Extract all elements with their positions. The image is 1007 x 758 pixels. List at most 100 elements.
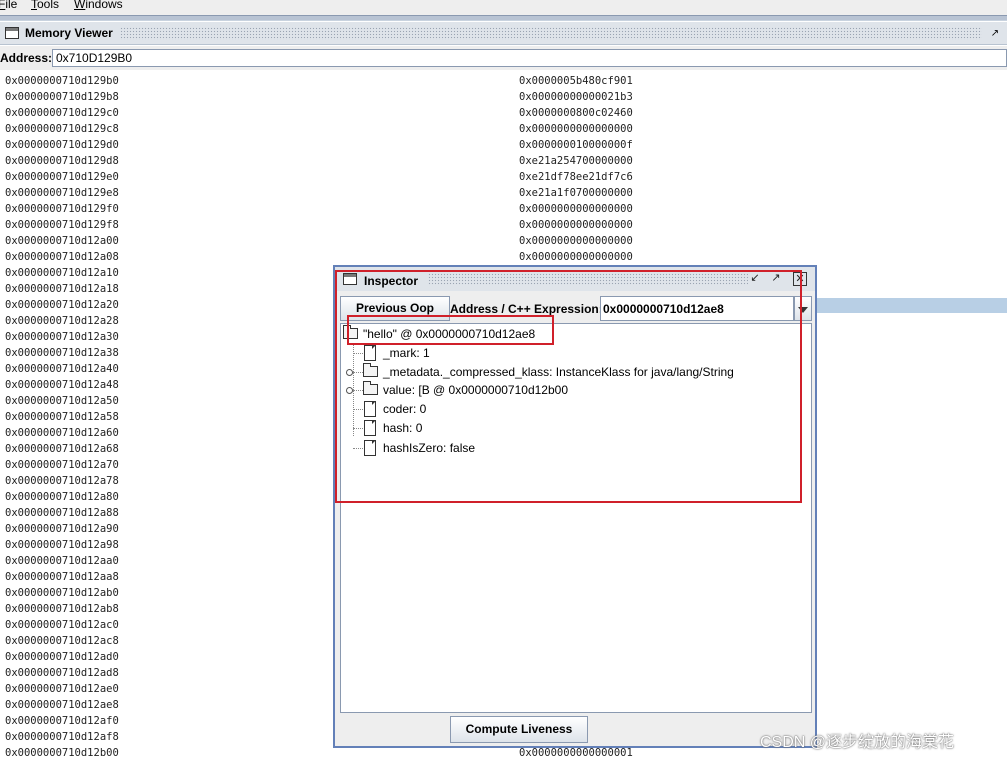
memory-row[interactable]: 0x0000000710d129c0 0x0000000800c02460: [0, 105, 1007, 121]
memory-address: 0x0000000710d12a88: [5, 507, 119, 519]
memory-viewer-titlebar[interactable]: Memory Viewer: [0, 22, 1007, 45]
memory-row[interactable]: 0x0000000710d129f8 0x0000000000000000: [0, 217, 1007, 233]
memory-address: 0x0000000710d12a60: [5, 427, 119, 439]
memory-address: 0x0000000710d12ad8: [5, 667, 119, 679]
memory-value: 0x0000000000000000: [519, 235, 633, 247]
expand-toggle-icon[interactable]: [346, 369, 353, 376]
memory-address: 0x0000000710d12a38: [5, 347, 119, 359]
memory-value: 0xe21a1f0700000000: [519, 187, 633, 199]
file-icon: [364, 420, 376, 436]
memory-row[interactable]: 0x0000000710d129f0 0x0000000000000000: [0, 201, 1007, 217]
close-icon[interactable]: ✕: [793, 272, 807, 286]
memory-address: 0x0000000710d12a70: [5, 459, 119, 471]
memory-address: 0x0000000710d12a40: [5, 363, 119, 375]
memory-address: 0x0000000710d12af8: [5, 731, 119, 743]
memory-address: 0x0000000710d12a50: [5, 395, 119, 407]
memory-address: 0x0000000710d12a08: [5, 251, 119, 263]
memory-value: 0x0000000000000000: [519, 123, 633, 135]
menu-bar: File Tools Windows: [0, 0, 1007, 15]
memory-value: 0x00000000000021b3: [519, 91, 633, 103]
memory-address: 0x0000000710d12a28: [5, 315, 119, 327]
memory-address: 0x0000000710d129e0: [5, 171, 119, 183]
memory-address: 0x0000000710d129f8: [5, 219, 119, 231]
memory-address: 0x0000000710d129e8: [5, 187, 119, 199]
memory-address: 0x0000000710d129d8: [5, 155, 119, 167]
address-input[interactable]: 0x710D129B0: [52, 49, 1007, 67]
expand-toggle-icon[interactable]: [346, 387, 353, 394]
memory-address: 0x0000000710d12ad0: [5, 651, 119, 663]
tree-connector: [353, 353, 363, 354]
memory-value: 0x0000000000000000: [519, 251, 633, 263]
memory-row[interactable]: 0x0000000710d129e0 0xe21df78ee21df7c6: [0, 169, 1007, 185]
menu-tools[interactable]: Tools: [31, 0, 59, 12]
memory-row[interactable]: 0x0000000710d129c8 0x0000000000000000: [0, 121, 1007, 137]
window-icon: [343, 273, 357, 285]
titlebar-grip: [428, 273, 748, 285]
file-icon: [364, 401, 376, 417]
folder-icon: [363, 381, 378, 395]
memory-viewer-title: Memory Viewer: [25, 26, 113, 40]
memory-address: 0x0000000710d12ac0: [5, 619, 119, 631]
window-icon: [5, 27, 19, 39]
memory-row[interactable]: 0x0000000710d129d8 0xe21a254700000000: [0, 153, 1007, 169]
memory-address: 0x0000000710d129b0: [5, 75, 119, 87]
memory-address: 0x0000000710d12a78: [5, 475, 119, 487]
memory-value: 0x0000000000000000: [519, 219, 633, 231]
restore-icon[interactable]: ↗: [988, 28, 1002, 40]
address-row: Address: 0x710D129B0: [0, 46, 1007, 70]
memory-address: 0x0000000710d12a98: [5, 539, 119, 551]
tree-connector: [353, 448, 363, 449]
memory-address: 0x0000000710d12a90: [5, 523, 119, 535]
memory-address: 0x0000000710d12ae8: [5, 699, 119, 711]
memory-address: 0x0000000710d12a18: [5, 283, 119, 295]
menu-separator: [0, 15, 1007, 21]
address-label: Address:: [0, 51, 53, 65]
memory-row[interactable]: 0x0000000710d129b8 0x00000000000021b3: [0, 89, 1007, 105]
minimize-icon[interactable]: ↙: [748, 272, 762, 286]
selected-row-highlight: [812, 298, 1007, 313]
memory-value: 0x0000005b480cf901: [519, 75, 633, 87]
maximize-icon[interactable]: ↗: [769, 272, 783, 286]
inspector-titlebar[interactable]: Inspector ↙ ↗ ✕: [335, 267, 815, 291]
tree-connector: [353, 390, 363, 391]
object-tree[interactable]: "hello" @ 0x0000000710d12ae8 _mark: 1 _m…: [340, 323, 812, 713]
memory-address: 0x0000000710d12aa8: [5, 571, 119, 583]
previous-oop-button[interactable]: Previous Oop: [340, 296, 450, 321]
memory-row[interactable]: 0x0000000710d129d0 0x000000010000000f: [0, 137, 1007, 153]
inspector-title: Inspector: [364, 274, 419, 288]
titlebar-grip: [120, 27, 982, 40]
watermark: CSDN @逐步绽放的海棠花: [760, 734, 955, 751]
memory-address: 0x0000000710d12b00: [5, 747, 119, 758]
memory-address: 0x0000000710d129f0: [5, 203, 119, 215]
memory-address: 0x0000000710d12a80: [5, 491, 119, 503]
memory-address: 0x0000000710d12ab8: [5, 603, 119, 615]
memory-value: 0xe21a254700000000: [519, 155, 633, 167]
expression-input[interactable]: 0x0000000710d12ae8: [600, 296, 794, 321]
tree-connector: [353, 409, 363, 410]
memory-row[interactable]: 0x0000000710d129b0 0x0000005b480cf901: [0, 73, 1007, 89]
memory-address: 0x0000000710d129b8: [5, 91, 119, 103]
menu-windows[interactable]: Windows: [74, 0, 123, 12]
file-icon: [364, 440, 376, 456]
memory-address: 0x0000000710d129c0: [5, 107, 119, 119]
memory-value: 0x000000010000000f: [519, 139, 633, 151]
memory-address: 0x0000000710d12ab0: [5, 587, 119, 599]
memory-address: 0x0000000710d12af0: [5, 715, 119, 727]
menu-file[interactable]: File: [0, 0, 17, 12]
tree-connector: [353, 428, 363, 429]
expression-dropdown-button[interactable]: [794, 296, 812, 321]
memory-value: 0xe21df78ee21df7c6: [519, 171, 633, 183]
memory-row[interactable]: 0x0000000710d12a00 0x0000000000000000: [0, 233, 1007, 249]
memory-row[interactable]: 0x0000000710d12a08 0x0000000000000000: [0, 249, 1007, 265]
folder-icon: [363, 363, 378, 377]
memory-address: 0x0000000710d12a48: [5, 379, 119, 391]
memory-address: 0x0000000710d12a30: [5, 331, 119, 343]
memory-row[interactable]: 0x0000000710d129e8 0xe21a1f0700000000: [0, 185, 1007, 201]
file-icon: [364, 345, 376, 361]
inspector-footer: Compute Liveness: [335, 714, 815, 746]
compute-liveness-button[interactable]: Compute Liveness: [450, 716, 588, 743]
inspector-window: Inspector ↙ ↗ ✕ Previous Oop Address / C…: [333, 265, 817, 748]
expression-label: Address / C++ Expression:: [450, 302, 603, 316]
memory-address: 0x0000000710d129c8: [5, 123, 119, 135]
memory-address: 0x0000000710d12ac8: [5, 635, 119, 647]
